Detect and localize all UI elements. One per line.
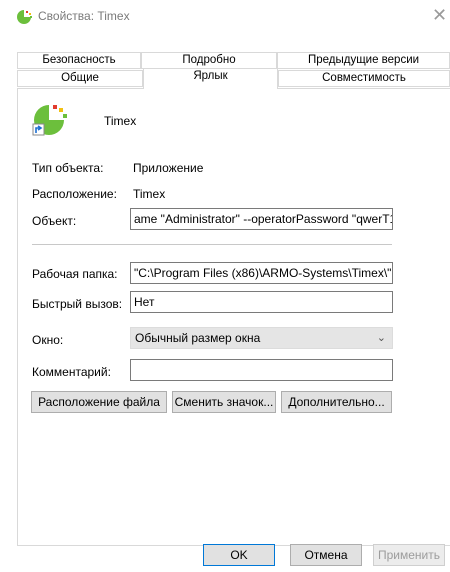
apply-button[interactable]: Применить [373, 544, 445, 566]
shortcut-name: Timex [104, 114, 137, 128]
location-label: Расположение: [32, 187, 117, 201]
comment-field[interactable] [130, 359, 393, 381]
change-icon-button[interactable]: Сменить значок... [172, 391, 276, 413]
timex-app-icon [17, 10, 32, 24]
target-field[interactable]: ame "Administrator" --operatorPassword "… [130, 208, 393, 230]
title-bar: Свойства: Timex ✕ [0, 0, 450, 34]
tab-panel [17, 88, 450, 546]
tab-details[interactable]: Подробно [141, 52, 277, 69]
divider [32, 244, 392, 245]
hotkey-label: Быстрый вызов: [32, 297, 123, 311]
timex-shortcut-icon [32, 105, 67, 136]
hotkey-field[interactable]: Нет [130, 291, 393, 313]
object-type-value: Приложение [133, 161, 204, 175]
close-icon[interactable]: ✕ [432, 5, 447, 25]
run-label: Окно: [32, 333, 64, 347]
ok-button[interactable]: OK [203, 544, 275, 566]
run-select[interactable]: Обычный размер окна ⌄ [130, 327, 393, 349]
tab-security[interactable]: Безопасность [17, 52, 141, 69]
target-label: Объект: [32, 214, 77, 228]
tab-shortcut[interactable]: Ярлык [143, 68, 278, 89]
open-file-location-button[interactable]: Расположение файла [31, 391, 167, 413]
tab-compatibility[interactable]: Совместимость [278, 70, 450, 87]
cancel-button[interactable]: Отмена [290, 544, 362, 566]
start-in-label: Рабочая папка: [32, 267, 118, 281]
location-value: Timex [133, 187, 166, 201]
comment-label: Комментарий: [32, 365, 111, 379]
tab-previous-versions[interactable]: Предыдущие версии [277, 52, 450, 69]
object-type-label: Тип объекта: [32, 161, 104, 175]
advanced-button[interactable]: Дополнительно... [281, 391, 392, 413]
tab-general[interactable]: Общие [17, 70, 143, 87]
window-title: Свойства: Timex [38, 9, 130, 23]
chevron-down-icon: ⌄ [376, 332, 386, 344]
run-select-value: Обычный размер окна [135, 331, 261, 345]
start-in-field[interactable]: "C:\Program Files (x86)\ARMO-Systems\Tim… [130, 262, 393, 284]
